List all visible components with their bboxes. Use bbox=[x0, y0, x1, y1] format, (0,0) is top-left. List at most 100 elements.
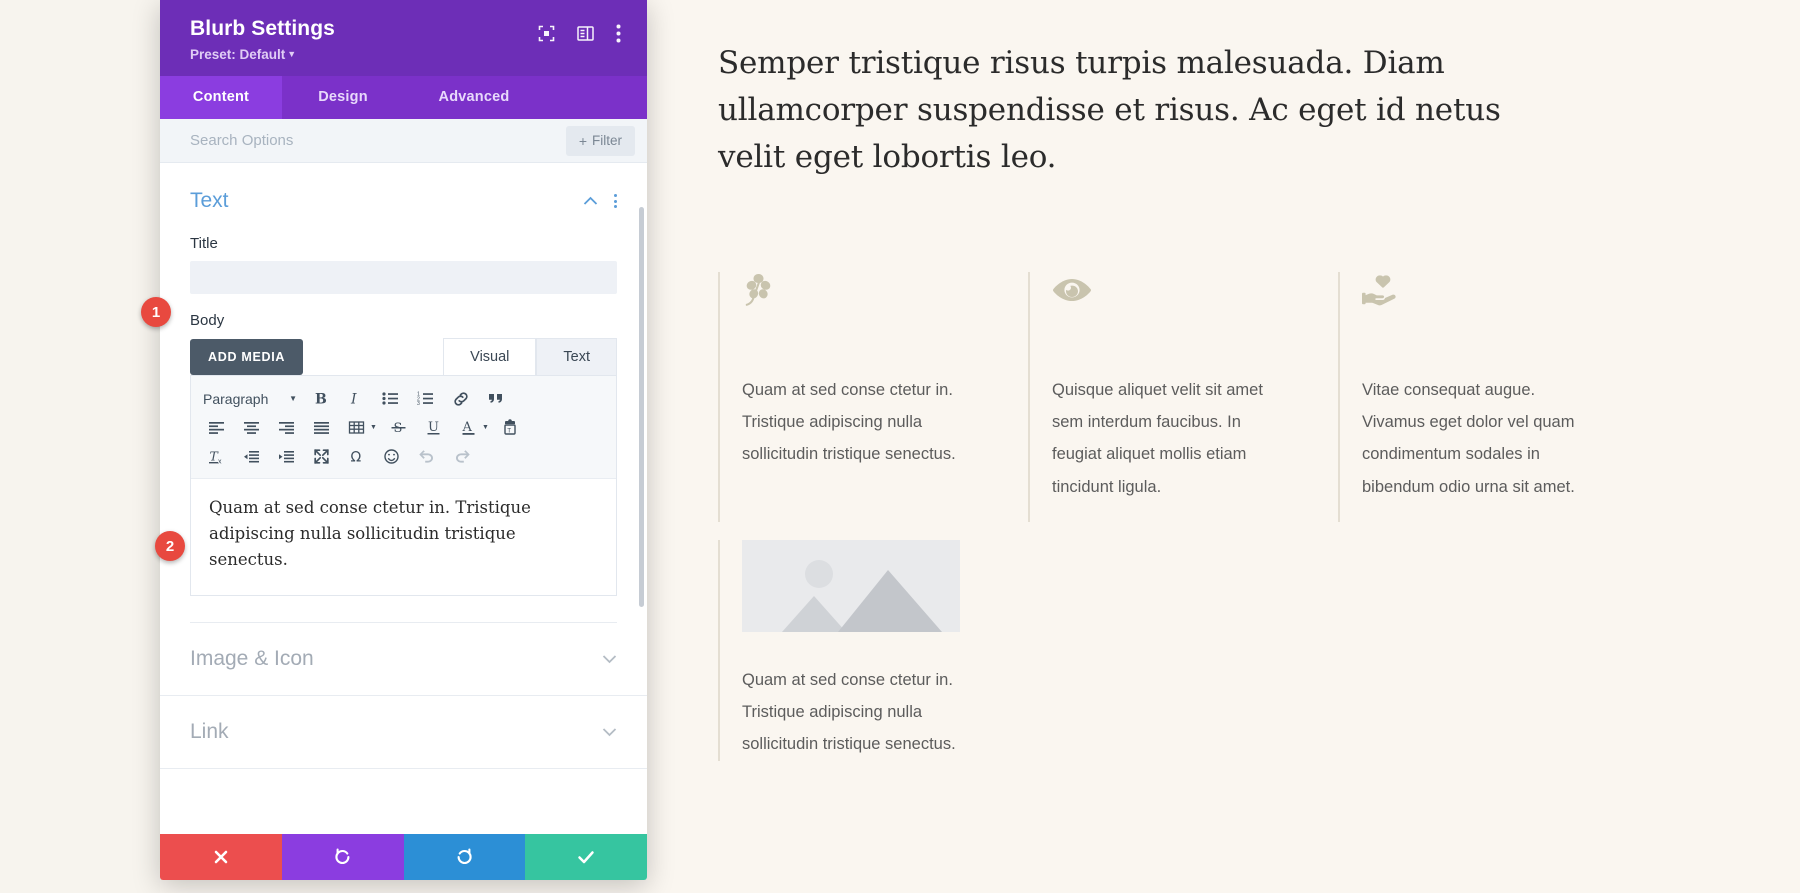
image-placeholder-icon bbox=[742, 540, 960, 632]
save-button[interactable] bbox=[525, 834, 647, 880]
layout-panel-icon[interactable] bbox=[577, 25, 594, 42]
focus-icon[interactable] bbox=[538, 25, 555, 42]
section-header-image-icon[interactable]: Image & Icon bbox=[160, 623, 647, 697]
undo-icon[interactable] bbox=[409, 443, 444, 471]
chevron-down-icon: ▼ bbox=[287, 49, 297, 60]
canvas-left-margin bbox=[0, 0, 160, 893]
modal-tabs: Content Design Advanced bbox=[160, 76, 647, 120]
vertical-scrollbar[interactable] bbox=[639, 207, 644, 608]
blockquote-icon[interactable] bbox=[478, 385, 513, 413]
align-center-icon[interactable] bbox=[234, 414, 269, 442]
table-icon[interactable] bbox=[339, 414, 374, 442]
blurb-body-1: Quam at sed conse ctetur in. Tristique a… bbox=[742, 381, 956, 464]
blurb-item-1: Quam at sed conse ctetur in. Tristique a… bbox=[718, 272, 1028, 522]
blurb-row: Quam at sed conse ctetur in. Tristique a… bbox=[718, 272, 1728, 522]
hero-heading: Semper tristique risus turpis malesuada.… bbox=[718, 45, 1501, 176]
bold-icon[interactable]: B bbox=[303, 385, 338, 413]
section-more-icon[interactable] bbox=[614, 194, 617, 209]
modal-title: Blurb Settings bbox=[190, 17, 335, 40]
redo-button[interactable] bbox=[403, 834, 526, 880]
chevron-down-icon[interactable]: ▼ bbox=[482, 424, 489, 431]
tab-visual[interactable]: Visual bbox=[443, 338, 537, 376]
body-field-group: Body ADD MEDIA Visual Text Paragraph ▼ B… bbox=[160, 312, 647, 624]
toolbar-row-1: Paragraph ▼ B I 1 2 3 bbox=[199, 384, 608, 413]
editor-mode-tabs: Visual Text bbox=[443, 338, 617, 376]
emoji-icon[interactable] bbox=[374, 443, 409, 471]
svg-text:Ω: Ω bbox=[351, 450, 362, 466]
chevron-down-icon: ▼ bbox=[289, 394, 297, 404]
chevron-up-icon[interactable] bbox=[583, 196, 598, 206]
more-vertical-icon[interactable] bbox=[616, 24, 621, 43]
search-bar: + Filter bbox=[160, 119, 647, 164]
add-media-button[interactable]: ADD MEDIA bbox=[190, 339, 304, 376]
step-badge-1: 1 bbox=[141, 297, 171, 327]
redo-icon bbox=[457, 848, 473, 865]
format-select[interactable]: Paragraph ▼ bbox=[199, 386, 303, 412]
undo-button[interactable] bbox=[281, 834, 404, 880]
numbered-list-icon[interactable]: 1 2 3 bbox=[408, 385, 443, 413]
blurb-item-image: Quam at sed conse ctetur in. Tristique a… bbox=[718, 540, 1028, 761]
blurb-item-2: Quisque aliquet velit sit amet sem inter… bbox=[1028, 272, 1338, 522]
editor-content[interactable]: Quam at sed conse ctetur in. Tristique a… bbox=[191, 479, 616, 595]
modal-header-actions bbox=[538, 16, 621, 43]
outdent-icon[interactable] bbox=[234, 443, 269, 471]
title-input[interactable] bbox=[190, 261, 617, 295]
section-header-text[interactable]: Text bbox=[160, 163, 647, 217]
svg-text:I: I bbox=[350, 392, 357, 408]
preset-selector[interactable]: Preset: Default ▼ bbox=[190, 47, 335, 62]
blurb-settings-modal: Blurb Settings Preset: Default ▼ Content… bbox=[160, 0, 647, 880]
section-actions-text bbox=[583, 194, 617, 209]
filter-button-label: Filter bbox=[592, 133, 622, 149]
tab-content[interactable]: Content bbox=[160, 76, 282, 120]
modal-footer bbox=[160, 834, 647, 880]
tab-advanced[interactable]: Advanced bbox=[404, 76, 544, 119]
section-title-image-icon: Image & Icon bbox=[190, 647, 314, 671]
svg-text:x: x bbox=[218, 459, 222, 466]
check-icon bbox=[578, 851, 594, 864]
modal-header-titles: Blurb Settings Preset: Default ▼ bbox=[190, 16, 335, 62]
chevron-down-icon[interactable] bbox=[602, 654, 617, 664]
settings-scroll-area[interactable]: Text Title Body ADD MEDIA Visual Text Pa… bbox=[160, 163, 647, 834]
align-justify-icon[interactable] bbox=[304, 414, 339, 442]
clear-formatting-icon[interactable]: T x bbox=[199, 443, 234, 471]
eye-icon bbox=[1052, 272, 1338, 316]
indent-icon[interactable] bbox=[269, 443, 304, 471]
italic-icon[interactable]: I bbox=[338, 385, 373, 413]
chevron-down-icon[interactable] bbox=[602, 727, 617, 737]
tab-text[interactable]: Text bbox=[536, 338, 617, 376]
redo-icon[interactable] bbox=[444, 443, 479, 471]
blurb-body-image: Quam at sed conse ctetur in. Tristique a… bbox=[742, 671, 956, 754]
wysiwyg-editor: Paragraph ▼ B I 1 2 3 ▼ U A ▼ T T x Ω Qu… bbox=[190, 375, 617, 597]
paste-text-icon[interactable]: T bbox=[493, 414, 528, 442]
fullscreen-icon[interactable] bbox=[304, 443, 339, 471]
modal-header: Blurb Settings Preset: Default ▼ bbox=[160, 0, 647, 77]
hero-section: Semper tristique risus turpis malesuada.… bbox=[718, 40, 1558, 181]
section-title-text: Text bbox=[190, 189, 229, 213]
underline-icon[interactable]: U bbox=[416, 414, 451, 442]
close-icon bbox=[214, 850, 228, 864]
bulleted-list-icon[interactable] bbox=[373, 385, 408, 413]
svg-text:B: B bbox=[315, 392, 327, 408]
svg-text:3: 3 bbox=[417, 401, 420, 407]
preset-label: Preset: Default bbox=[190, 47, 286, 63]
text-color-icon[interactable]: A bbox=[451, 414, 486, 442]
strikethrough-icon[interactable]: S bbox=[381, 414, 416, 442]
editor-toolbar: Paragraph ▼ B I 1 2 3 ▼ U A ▼ T T x Ω bbox=[191, 376, 616, 480]
discard-button[interactable] bbox=[160, 834, 282, 880]
link-icon[interactable] bbox=[443, 385, 478, 413]
align-right-icon[interactable] bbox=[269, 414, 304, 442]
search-input[interactable] bbox=[190, 132, 490, 150]
chevron-down-icon[interactable]: ▼ bbox=[370, 424, 377, 431]
plus-icon: + bbox=[578, 132, 587, 149]
screen-root: Semper tristique risus turpis malesuada.… bbox=[0, 0, 1800, 893]
section-title-link: Link bbox=[190, 720, 229, 744]
special-character-icon[interactable]: Ω bbox=[339, 443, 374, 471]
toolbar-row-3: T x Ω bbox=[199, 442, 608, 471]
align-left-icon[interactable] bbox=[199, 414, 234, 442]
filter-button[interactable]: + Filter bbox=[565, 125, 635, 156]
section-header-link[interactable]: Link bbox=[160, 696, 647, 770]
svg-text:U: U bbox=[428, 420, 439, 435]
tab-design[interactable]: Design bbox=[282, 76, 404, 119]
toolbar-row-2: ▼ S U bbox=[199, 413, 608, 442]
body-label: Body bbox=[190, 312, 225, 330]
